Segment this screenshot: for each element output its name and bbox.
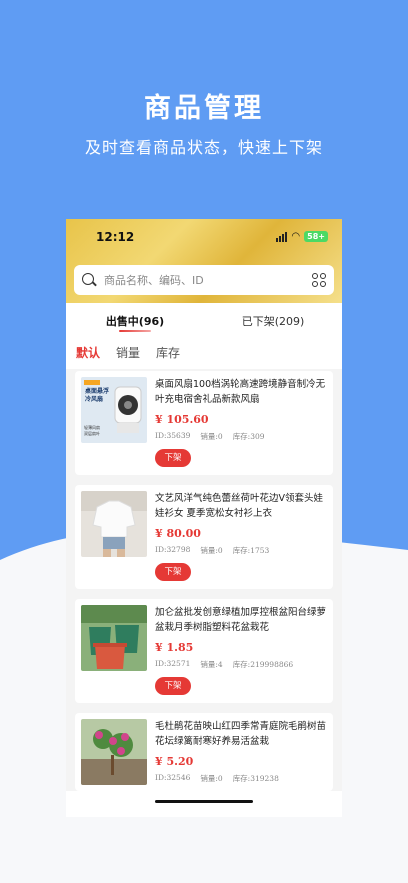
product-card[interactable]: 加仑盆批发创意绿植加厚控根盆阳台绿萝盆栽月季树脂塑料花盆栽花 ¥ 1.85 ID… [75, 599, 333, 703]
product-price: ¥ 1.85 [155, 641, 194, 654]
battery-indicator: 58+ [304, 231, 328, 242]
delist-button[interactable]: 下架 [155, 449, 191, 467]
thumb-text: 桌面悬浮 [85, 387, 109, 395]
thumb-text: 轻薄风扇 [84, 424, 100, 430]
product-price: ¥ 5.20 [155, 755, 194, 768]
thumb-text: 冷风扇 [85, 395, 103, 403]
product-card[interactable]: 毛杜鹃花苗映山红四季常青庭院毛鹃树苗花坛绿篱耐寒好养易活盆栽 ¥ 5.20 ID… [75, 713, 333, 791]
product-stock: 库存:309 [232, 432, 265, 441]
product-id: ID:35639 [155, 431, 191, 440]
product-name: 桌面风扇100档涡轮高速跨境静音制冷无叶充电宿舍礼品新款风扇 [155, 379, 326, 405]
delist-button[interactable]: 下架 [155, 563, 191, 581]
bottom-bar [66, 791, 342, 817]
home-indicator[interactable] [155, 800, 253, 803]
signal-icon [276, 231, 288, 242]
app-header: 12:12 ◠ 58+ 商品名称、编码、ID [66, 219, 342, 303]
product-card[interactable]: 文艺风洋气纯色蕾丝荷叶花边V领套头娃娃衫女 夏季宽松女衬衫上衣 ¥ 80.00 … [75, 485, 333, 589]
sort-stock[interactable]: 库存 [156, 344, 180, 361]
product-price: ¥ 105.60 [155, 413, 209, 426]
status-tabs: 出售中(96) 已下架(209) [66, 313, 342, 337]
product-id: ID:32571 [155, 659, 191, 668]
tab-label: 出售中(96) [105, 315, 165, 328]
sort-options: 默认 销量 库存 [76, 344, 180, 361]
phone-screen: 12:12 ◠ 58+ 商品名称、编码、ID 出售中(96) 已下架(209) [66, 219, 342, 817]
status-time: 12:12 [96, 230, 135, 244]
product-sales: 销量:4 [200, 660, 223, 669]
wifi-icon: ◠ [291, 231, 301, 242]
sort-default[interactable]: 默认 [76, 344, 100, 361]
product-image-pots [81, 605, 147, 671]
search-input[interactable]: 商品名称、编码、ID [104, 272, 312, 288]
tab-label: 已下架(209) [241, 315, 305, 328]
search-icon [82, 273, 97, 287]
product-image-blouse [81, 491, 147, 557]
hero-title: 商品管理 [144, 93, 264, 124]
product-id: ID:32798 [155, 545, 191, 554]
product-id: ID:32546 [155, 773, 191, 782]
product-list: 桌面悬浮 冷风扇 轻薄风扇 双层扇叶 桌面风扇100档涡轮高速跨境静音制冷无叶充… [75, 371, 333, 801]
tab-on-sale[interactable]: 出售中(96) [66, 313, 204, 337]
product-card[interactable]: 桌面悬浮 冷风扇 轻薄风扇 双层扇叶 桌面风扇100档涡轮高速跨境静音制冷无叶充… [75, 371, 333, 475]
product-price: ¥ 80.00 [155, 527, 201, 540]
search-bar[interactable]: 商品名称、编码、ID [74, 265, 334, 295]
status-icons: ◠ 58+ [276, 231, 328, 242]
product-stock: 库存:219998866 [232, 660, 294, 669]
product-sales: 销量:0 [200, 432, 223, 441]
product-stock: 库存:319238 [232, 774, 279, 783]
product-stock: 库存:1753 [232, 546, 270, 555]
hero-subtitle: 及时查看商品状态，快速上下架 [84, 138, 323, 157]
product-name: 文艺风洋气纯色蕾丝荷叶花边V领套头娃娃衫女 夏季宽松女衬衫上衣 [155, 493, 323, 519]
sort-sales[interactable]: 销量 [116, 344, 140, 361]
product-name: 加仑盆批发创意绿植加厚控根盆阳台绿萝盆栽月季树脂塑料花盆栽花 [155, 607, 327, 633]
tab-active-indicator [119, 330, 151, 332]
product-image-fan: 桌面悬浮 冷风扇 轻薄风扇 双层扇叶 [81, 377, 147, 443]
product-name: 毛杜鹃花苗映山红四季常青庭院毛鹃树苗花坛绿篱耐寒好养易活盆栽 [155, 721, 327, 747]
thumb-text: 双层扇叶 [84, 430, 100, 436]
product-sales: 销量:0 [200, 546, 223, 555]
product-image-azalea [81, 719, 147, 785]
category-grid-icon[interactable] [312, 273, 326, 287]
product-sales: 销量:0 [200, 774, 223, 783]
delist-button[interactable]: 下架 [155, 677, 191, 695]
tab-off-shelf[interactable]: 已下架(209) [204, 313, 342, 337]
